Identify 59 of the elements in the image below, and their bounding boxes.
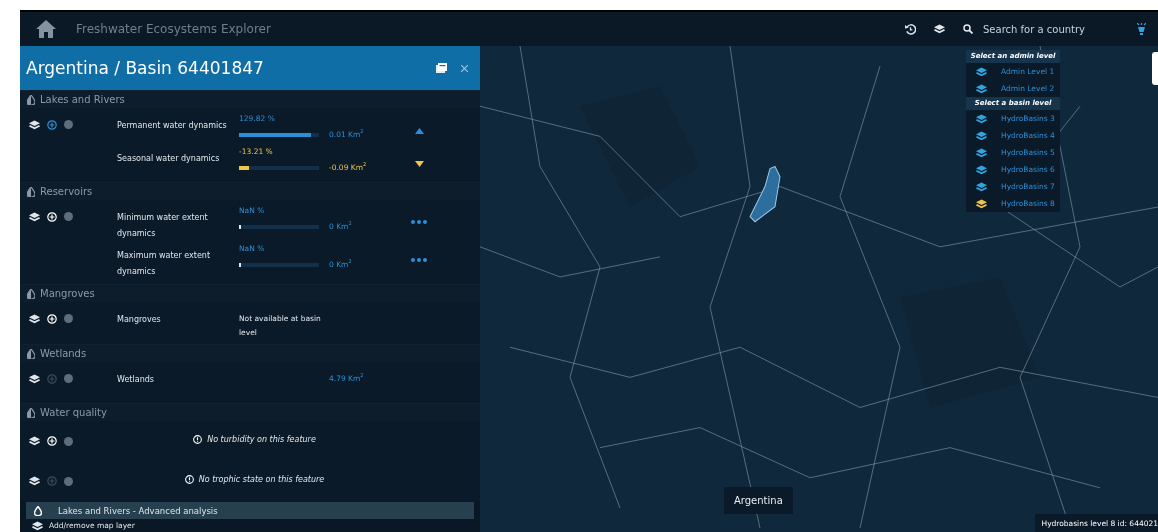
home-icon[interactable] xyxy=(36,20,56,38)
drop-icon xyxy=(27,94,35,105)
down-arrow-icon xyxy=(414,161,424,167)
section-title: Reservoirs xyxy=(40,186,93,197)
drop-icon xyxy=(27,407,35,418)
drop-icon xyxy=(34,505,42,516)
drop-icon xyxy=(27,348,35,359)
info-icon[interactable] xyxy=(64,476,73,486)
layers-icon[interactable] xyxy=(32,520,43,531)
layers-icon[interactable] xyxy=(29,374,40,384)
layers-icon[interactable] xyxy=(976,147,987,158)
indicator-label: Permanent water dynamics xyxy=(117,120,228,132)
layers-icon[interactable] xyxy=(29,212,40,222)
indicator-label: Maximum water extent dynamics xyxy=(117,250,212,278)
indicator-label: Seasonal water dynamics xyxy=(117,153,221,165)
layers-icon[interactable] xyxy=(29,314,40,324)
layers-icon[interactable] xyxy=(976,83,987,94)
report-icon[interactable] xyxy=(436,63,447,73)
indicator-label: Wetlands xyxy=(117,374,155,386)
layers-icon[interactable] xyxy=(29,476,40,486)
more-icon[interactable] xyxy=(411,258,427,262)
lamp-icon[interactable] xyxy=(1137,23,1146,35)
empty-message: No trophic state on this feature xyxy=(198,475,325,484)
layers-icon[interactable] xyxy=(976,198,987,209)
close-icon[interactable] xyxy=(461,64,468,72)
info-icon[interactable] xyxy=(64,374,73,383)
panel-title: Argentina / Basin 64401847 xyxy=(26,58,265,78)
layers-icon[interactable] xyxy=(976,164,987,175)
alert-icon xyxy=(184,475,194,484)
layers-icon[interactable] xyxy=(29,436,40,446)
drop-icon xyxy=(27,288,35,299)
layers-icon[interactable] xyxy=(29,120,40,130)
more-icon[interactable] xyxy=(411,220,427,224)
section-title: Lakes and Rivers xyxy=(40,94,125,105)
search-icon[interactable] xyxy=(963,24,973,34)
layers-icon[interactable] xyxy=(934,24,945,34)
indicator-label: Minimum water extent dynamics xyxy=(117,212,209,240)
country-tooltip: Argentina xyxy=(724,487,793,514)
section-title: Wetlands xyxy=(40,348,87,359)
history-icon[interactable] xyxy=(905,23,916,35)
layers-icon[interactable] xyxy=(976,113,987,124)
section-title: Mangroves xyxy=(40,288,95,299)
app-title: Freshwater Ecosystems Explorer xyxy=(76,22,272,36)
layers-icon[interactable] xyxy=(976,181,987,192)
layers-icon[interactable] xyxy=(976,130,987,141)
up-arrow-icon xyxy=(414,128,424,134)
drop-icon xyxy=(27,186,35,197)
alert-icon xyxy=(193,435,203,444)
search-field[interactable]: Search for a country xyxy=(983,23,1101,35)
layers-icon[interactable] xyxy=(976,66,987,77)
info-icon[interactable] xyxy=(64,436,73,446)
info-icon[interactable] xyxy=(64,314,73,323)
indicator-label: Mangroves xyxy=(117,314,162,326)
advanced-analysis-label[interactable]: Lakes and Rivers - Advanced analysis xyxy=(58,505,218,516)
empty-message: No turbidity on this feature xyxy=(207,435,316,444)
info-icon[interactable] xyxy=(64,120,73,129)
info-icon[interactable] xyxy=(64,212,73,221)
section-title: Water quality xyxy=(40,407,107,418)
advanced-analysis-bar[interactable]: Lakes and Rivers - Advanced analysis xyxy=(26,502,474,519)
